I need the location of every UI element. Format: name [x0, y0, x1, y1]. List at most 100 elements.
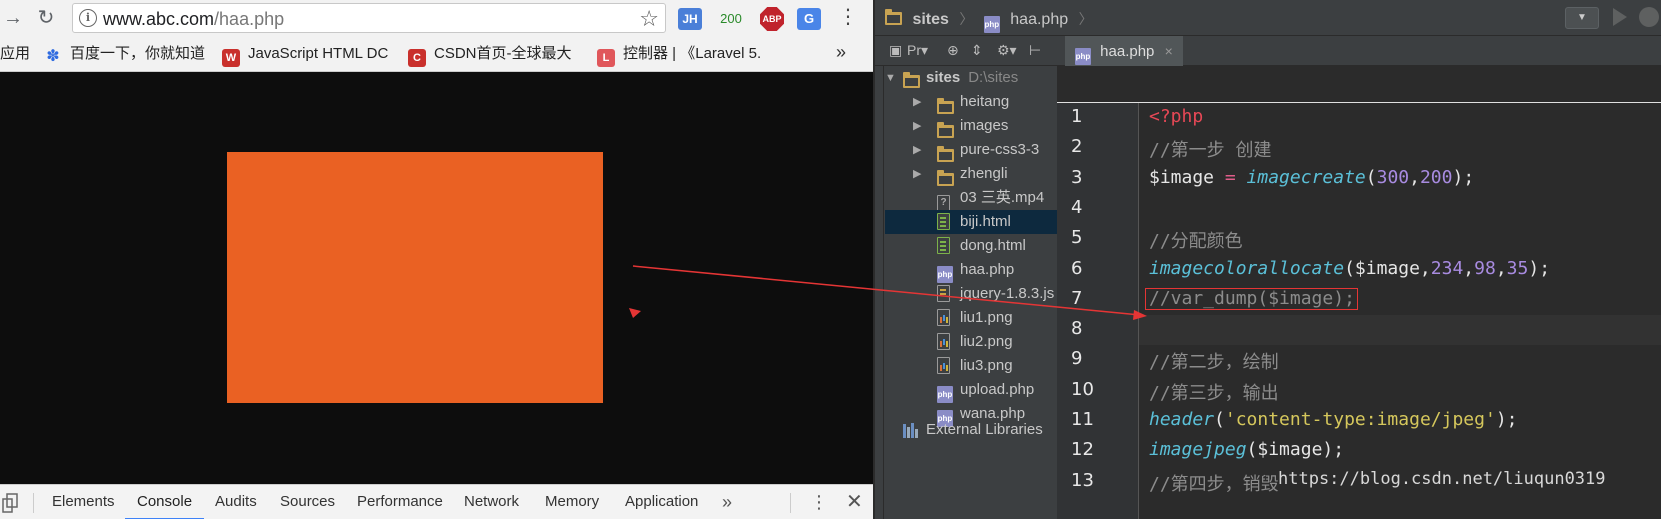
tree-file[interactable]: ? 03 三英.mp4 [885, 186, 1057, 212]
tree-file[interactable]: php upload.php [885, 378, 1057, 403]
bookmark-laravel[interactable]: L 控制器 | 《Laravel 5. [597, 44, 762, 67]
tree-root-sites[interactable]: ▼ sites D:\sites [885, 66, 1057, 90]
expand-arrow-icon[interactable]: ▶ [913, 114, 921, 138]
current-line-highlight [1139, 315, 1661, 345]
tree-folder[interactable]: ▶ heitang [885, 90, 1057, 114]
device-toolbar-icon[interactable] [2, 493, 18, 513]
code-line[interactable]: header('content-type:image/jpeg'); [1149, 409, 1518, 430]
code-token: ( [1365, 166, 1377, 188]
devtools-tab-application[interactable]: Application [625, 485, 698, 519]
code-token: header [1149, 409, 1215, 430]
bookmarks-overflow-icon[interactable]: » [836, 42, 846, 63]
code-token: , [1495, 257, 1507, 279]
generated-image [227, 152, 603, 403]
code-line[interactable]: imagejpeg($image); [1149, 439, 1344, 460]
tree-file[interactable]: liu3.png [885, 354, 1057, 378]
target-icon[interactable]: ⊕ [947, 42, 959, 59]
line-number: 11 [1071, 409, 1094, 430]
tree-folder[interactable]: ▶ zhengli [885, 162, 1057, 186]
settings-icon[interactable]: ⚙▾ [997, 42, 1017, 59]
devtools-tab-elements[interactable]: Elements [52, 485, 115, 519]
run-config-dropdown[interactable]: ▼ [1565, 7, 1599, 29]
code-token: ); [1495, 409, 1518, 430]
project-view-icon[interactable]: ▣ [889, 42, 902, 59]
bookmarks-bar: 应用 ✽ 百度一下，你就知道 W JavaScript HTML DC C CSDN首… [0, 36, 873, 72]
code-line[interactable]: <?php [1149, 106, 1203, 127]
tree-file[interactable]: biji.html [885, 210, 1057, 234]
bookmark-baidu[interactable]: ✽ 百度一下，你就知道 [44, 44, 206, 65]
tree-folder[interactable]: ▶ images [885, 114, 1057, 138]
tree-file[interactable]: liu1.png [885, 306, 1057, 330]
code-line[interactable]: $image = imagecreate(300,200); [1149, 167, 1474, 188]
code-token: $image [1149, 166, 1225, 188]
code-token: 98 [1474, 257, 1496, 279]
url-input[interactable]: i www.abc.com/haa.php ☆ [72, 3, 666, 33]
run-icon[interactable] [1613, 8, 1627, 26]
code-line[interactable]: //分配颜色 [1149, 227, 1243, 253]
tree-folder[interactable]: ▶ pure-css3-3 [885, 138, 1057, 162]
tree-file[interactable]: liu2.png [885, 330, 1057, 354]
php-file-icon: php [937, 378, 953, 403]
line-number: 6 [1071, 257, 1083, 279]
tree-file[interactable]: jquery-1.8.3.js [885, 282, 1057, 306]
bookmark-label: CSDN首页-全球最大 [434, 45, 572, 62]
bookmark-label: 控制器 | 《Laravel 5. [623, 45, 762, 62]
tree-file[interactable]: php haa.php [885, 258, 1057, 283]
code-line[interactable]: //第一步 创建 [1149, 136, 1272, 162]
devtools-tab-network[interactable]: Network [464, 485, 519, 519]
editor-tab-label: haa.php [1100, 43, 1155, 60]
devtools-tab-sources[interactable]: Sources [280, 485, 335, 519]
tree-root-label: sites [926, 69, 961, 86]
tree-external-libraries[interactable]: External Libraries [885, 418, 1057, 442]
browser-menu-icon[interactable]: ⋮ [838, 4, 858, 30]
editor-tabbar: php haa.php × [1057, 36, 1661, 66]
hide-panel-icon[interactable]: ⊢ [1029, 42, 1041, 59]
project-view-selector[interactable]: Pr▾ [907, 42, 928, 59]
external-libraries-label: External Libraries [926, 421, 1043, 438]
bookmark-csdn[interactable]: C CSDN首页-全球最大 [408, 44, 572, 67]
baidu-paw-icon: ✽ [46, 48, 60, 65]
breadcrumb-file[interactable]: haa.php [1010, 11, 1068, 28]
code-token: <?php [1149, 106, 1204, 127]
status-count-extension[interactable]: 200 [716, 8, 746, 30]
bookmark-star-icon[interactable]: ☆ [639, 6, 659, 32]
bookmark-w3school[interactable]: W JavaScript HTML DC [222, 44, 388, 67]
code-line[interactable]: //第四步，销毁 [1149, 470, 1279, 496]
close-tab-icon[interactable]: × [1165, 43, 1173, 59]
code-editor[interactable]: 1 2 3 4 5 6 7 8 9 10 11 12 13 <?php//第一步 创建 $image = … [1057, 66, 1661, 519]
library-icon [903, 422, 919, 446]
code-token: 300 [1376, 166, 1410, 188]
devtools-tab-console[interactable]: Console [125, 485, 205, 519]
line-number: 5 [1071, 227, 1083, 249]
editor-tab-haa[interactable]: php haa.php × [1065, 36, 1183, 66]
code-line[interactable]: imagecolorallocate($image,234,98,35); [1149, 258, 1550, 279]
code-line[interactable]: //第二步，绘制 [1149, 348, 1279, 374]
devtools-more-tabs-icon[interactable]: » [722, 485, 732, 519]
devtools-menu-icon[interactable]: ⋮ [810, 485, 828, 519]
info-icon[interactable]: i [79, 9, 97, 27]
bookmark-apps[interactable]: 应用 [0, 44, 30, 64]
expand-arrow-icon[interactable]: ▼ [885, 66, 896, 90]
line-number: 10 [1071, 378, 1094, 400]
tree-file[interactable]: dong.html [885, 234, 1057, 258]
code-token: 234 [1430, 257, 1464, 279]
line-number: 8 [1071, 318, 1083, 340]
reload-icon[interactable]: ↻ [33, 5, 59, 31]
jh-extension-icon[interactable]: JH [678, 8, 702, 30]
collapse-icon[interactable]: ⇕ [971, 42, 983, 59]
devtools-close-icon[interactable]: ✕ [846, 485, 863, 519]
expand-arrow-icon[interactable]: ▶ [913, 162, 921, 186]
tree-item-label: liu2.png [960, 333, 1013, 350]
devtools-tab-memory[interactable]: Memory [545, 485, 599, 519]
debug-icon[interactable] [1639, 7, 1659, 27]
expand-arrow-icon[interactable]: ▶ [913, 138, 921, 162]
breadcrumb-root[interactable]: sites [912, 11, 948, 28]
bookmark-label: 百度一下，你就知道 [70, 45, 206, 62]
devtools-tab-audits[interactable]: Audits [215, 485, 257, 519]
forward-icon[interactable]: → [0, 5, 26, 31]
code-line[interactable]: //第三步，输出 [1149, 379, 1279, 405]
translate-extension-icon[interactable]: G [797, 8, 821, 30]
adblock-extension-icon[interactable]: ABP [760, 7, 784, 31]
expand-arrow-icon[interactable]: ▶ [913, 90, 921, 114]
devtools-tab-performance[interactable]: Performance [357, 485, 443, 519]
